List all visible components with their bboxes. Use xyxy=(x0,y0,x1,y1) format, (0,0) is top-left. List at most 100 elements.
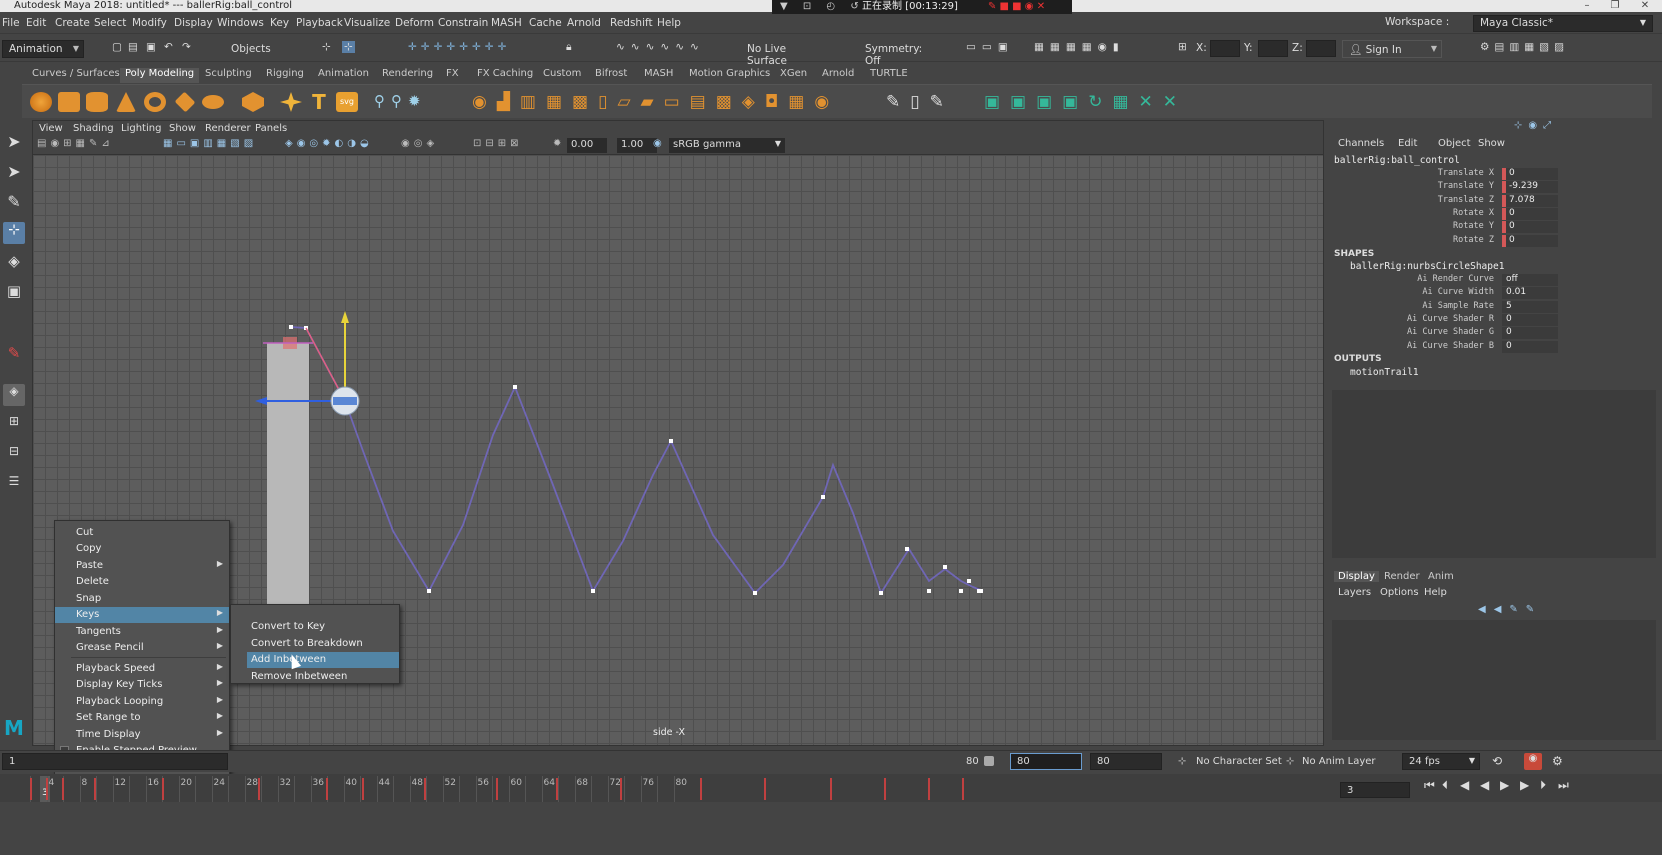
channel-row-translate-x[interactable]: Translate X 0 xyxy=(1328,168,1662,181)
menu-constrain[interactable]: Constrain xyxy=(438,17,488,29)
hierarchy-select-icon[interactable]: ⊹ xyxy=(322,41,331,53)
step-forward-key-icon[interactable]: ⏵ xyxy=(1540,778,1546,793)
layer-tool-icons[interactable]: ◀◀✎✎ xyxy=(1478,604,1542,615)
sculpt-icons[interactable]: ⚲⚲✹ xyxy=(374,92,454,112)
camera-tools-icons[interactable]: ▤◉⊞▦✎⊿ xyxy=(37,138,114,149)
menu-key[interactable]: Key xyxy=(270,17,289,29)
gamma-field[interactable]: 1.00 xyxy=(617,138,657,153)
menu-select[interactable]: Select xyxy=(94,17,126,29)
menu-item-playback-speed[interactable]: Playback Speed ▶ xyxy=(55,661,229,677)
z-arrow-icon[interactable] xyxy=(255,397,267,405)
layer-list[interactable] xyxy=(1332,620,1656,740)
shelf-tab-turtle[interactable]: TURTLE xyxy=(870,68,908,79)
trail-key[interactable] xyxy=(879,591,883,595)
key-tick[interactable] xyxy=(94,778,96,800)
submenu-item-remove-inbetween[interactable]: Remove Inbetween xyxy=(247,669,399,685)
channel-row-ai-curve-shader-r[interactable]: Ai Curve Shader R 0 xyxy=(1328,313,1662,327)
super-shape-icon[interactable] xyxy=(280,92,302,112)
viewport-menu-show[interactable]: Show xyxy=(169,123,196,134)
shelf-tab-rendering[interactable]: Rendering xyxy=(382,68,433,79)
exposure-field[interactable]: 0.00 xyxy=(567,138,607,153)
attribute-value[interactable]: 0 xyxy=(1502,168,1558,180)
range-end-icon[interactable] xyxy=(984,756,994,766)
trail-key[interactable] xyxy=(289,325,293,329)
attribute-value[interactable]: 0 xyxy=(1502,340,1558,353)
auto-key-icon[interactable]: ◉ xyxy=(1524,753,1542,770)
current-frame-field[interactable]: 3 xyxy=(1340,782,1410,798)
go-to-end-icon[interactable]: ⏭ xyxy=(1558,778,1569,793)
shelf-tab-fx-caching[interactable]: FX Caching xyxy=(477,68,533,79)
menu-item-delete[interactable]: Delete xyxy=(55,574,229,590)
color-management-icon[interactable]: ◉ xyxy=(653,138,662,149)
viewport-menu-panels[interactable]: Panels xyxy=(255,123,287,134)
anim-layer-dropdown[interactable]: No Anim Layer xyxy=(1302,756,1376,767)
lasso-tool-icon[interactable]: ➤ xyxy=(3,162,25,184)
key-tick[interactable] xyxy=(162,778,164,800)
menu-set-dropdown[interactable]: Animation ▼ xyxy=(2,40,84,58)
submenu-item-add-inbetween[interactable]: Add Inbetween xyxy=(247,652,399,668)
restore-icon[interactable]: ❐ xyxy=(1600,0,1630,12)
menu-item-grease-pencil[interactable]: Grease Pencil ▶ xyxy=(55,640,229,656)
trail-key[interactable] xyxy=(669,439,673,443)
menu-create[interactable]: Create xyxy=(55,17,90,29)
render-view-icons[interactable]: ▦▦▦▦◉▮ xyxy=(1034,41,1125,53)
menu-item-set-range-to[interactable]: Set Range to ▶ xyxy=(55,710,229,726)
svg-icon[interactable]: svg xyxy=(336,92,358,112)
character-set-dropdown[interactable]: No Character Set xyxy=(1196,756,1282,767)
live-surface-field[interactable]: No Live Surface xyxy=(740,40,836,67)
shelf-tab-motion-graphics[interactable]: Motion Graphics xyxy=(689,68,770,79)
channel-toolbar-icons[interactable]: ⊹◉⤢ xyxy=(1514,120,1557,131)
display-mode-icons[interactable]: ▦▭▣▥▦▧▨ xyxy=(163,138,257,149)
key-tick[interactable] xyxy=(928,778,930,800)
cone-icon[interactable] xyxy=(116,92,136,112)
key-tick[interactable] xyxy=(764,778,766,800)
channel-row-ai-curve-width[interactable]: Ai Curve Width 0.01 xyxy=(1328,287,1662,300)
select-tool-icon[interactable]: ➤ xyxy=(3,132,25,154)
isolate-icons[interactable]: ⊡⊟⊞⊠ xyxy=(473,138,523,149)
channel-row-rotate-x[interactable]: Rotate X 0 xyxy=(1328,207,1662,221)
go-to-start-icon[interactable]: ⏮ xyxy=(1424,778,1435,793)
shelf-tab-sculpting[interactable]: Sculpting xyxy=(205,68,252,79)
shelf-tab-custom[interactable]: Custom xyxy=(543,68,581,79)
start-frame-field[interactable]: 1 xyxy=(2,753,228,770)
menu-deform[interactable]: Deform xyxy=(395,17,434,29)
key-tick[interactable] xyxy=(556,778,558,800)
layout-single-icon[interactable]: ◈ xyxy=(3,384,25,406)
shading-icons[interactable]: ◈◉◎✹◐◑◒ xyxy=(285,138,373,149)
menu-item-copy[interactable]: Copy xyxy=(55,541,229,557)
symmetry-dropdown[interactable]: Symmetry: Off xyxy=(858,40,946,67)
snap-icons[interactable]: ✛✛✛✛✛✛✛✛ xyxy=(408,41,510,53)
layer-tab-anim[interactable]: Anim xyxy=(1428,571,1454,582)
soft-select-icons[interactable]: ∿∿∿∿∿∿ xyxy=(616,41,705,53)
trail-key[interactable] xyxy=(943,565,947,569)
attribute-value[interactable]: 0 xyxy=(1502,234,1558,247)
menu-item-display-key-ticks[interactable]: Display Key Ticks ▶ xyxy=(55,677,229,693)
key-tick[interactable] xyxy=(620,778,622,800)
rotate-tool-icon[interactable]: ◈ xyxy=(3,252,25,274)
key-tick[interactable] xyxy=(62,778,64,800)
menu-item-paste[interactable]: Paste ▶ xyxy=(55,558,229,574)
cube-icon[interactable] xyxy=(58,92,80,112)
panel-toggle-icons[interactable]: ⚙▤▥▦▧▨ xyxy=(1480,41,1569,53)
playback-end-field[interactable]: 80 xyxy=(1010,753,1082,770)
menu-help[interactable]: Help xyxy=(657,17,681,29)
menu-windows[interactable]: Windows xyxy=(217,17,264,29)
y-field[interactable] xyxy=(1258,40,1288,57)
viewport-menu-renderer[interactable]: Renderer xyxy=(205,123,251,134)
edit-tools-icons[interactable]: ✎▯✎ xyxy=(886,92,966,112)
sphere-icon[interactable] xyxy=(30,92,52,112)
x-field[interactable] xyxy=(1210,40,1240,57)
menu-redshift[interactable]: Redshift xyxy=(610,17,653,29)
viewport-menu-view[interactable]: View xyxy=(39,123,63,134)
recorder-controls-icon[interactable]: ▼ ⊡ ◴ ↺ xyxy=(780,0,865,14)
channel-row-translate-y[interactable]: Translate Y -9.239 xyxy=(1328,181,1662,194)
attribute-value[interactable]: 0 xyxy=(1502,207,1558,220)
fps-dropdown[interactable]: 24 fps ▼ xyxy=(1402,753,1480,770)
lock-icon[interactable]: 🔒︎ xyxy=(566,41,572,54)
poly-tools-icons[interactable]: ◉▟▥▦▩▯▱▰▭▤▩◈◘▦◉ xyxy=(472,92,892,112)
menu-item-keys[interactable]: Keys ▶ xyxy=(55,607,229,623)
layout-split-icon[interactable]: ⊟ xyxy=(3,444,25,466)
play-back-icon[interactable]: ◀ xyxy=(1480,778,1489,792)
trail-key[interactable] xyxy=(427,589,431,593)
scale-tool-icon[interactable]: ▣ xyxy=(3,282,25,304)
